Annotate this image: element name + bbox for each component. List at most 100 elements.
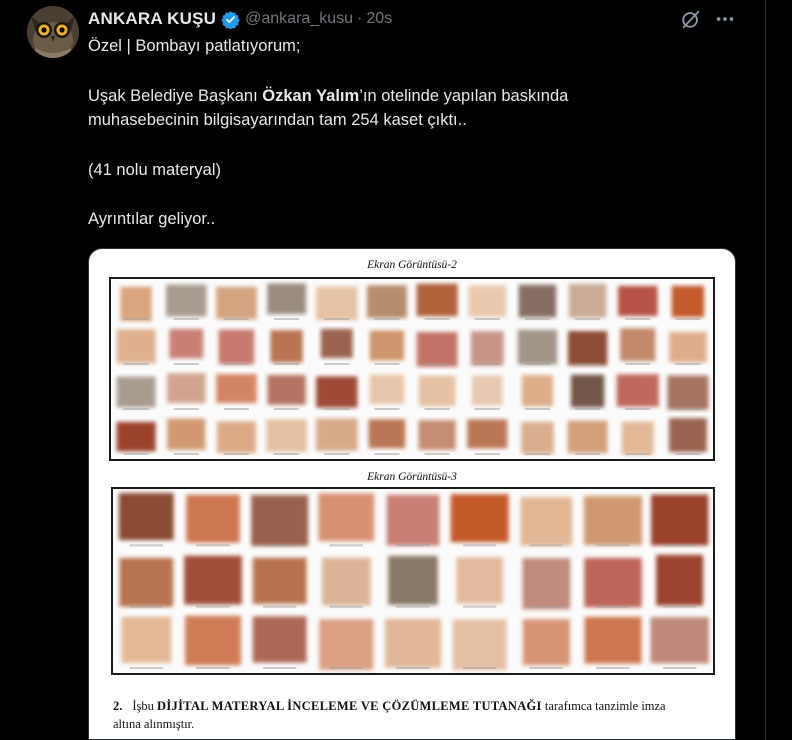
- blurred-thumbnail: [169, 328, 204, 359]
- blurred-thumbnail: [467, 419, 508, 449]
- blurred-thumbnail: [319, 619, 374, 670]
- verified-badge-icon[interactable]: [221, 10, 240, 29]
- thumbnail-filename: [324, 318, 350, 320]
- thumbnail-filename: [274, 318, 300, 320]
- blurred-thumbnail: [567, 330, 608, 366]
- blurred-thumbnail: [266, 419, 307, 452]
- blurred-thumbnail: [167, 418, 206, 450]
- blurred-thumbnail: [320, 328, 353, 359]
- blurred-thumbnails-2: [116, 283, 709, 455]
- blurred-thumbnail: [650, 617, 709, 664]
- thumbnail-filename: [274, 453, 300, 455]
- grok-icon[interactable]: [680, 8, 702, 30]
- tweet-text-line-5: Ayrıntılar geliyor..: [88, 210, 216, 228]
- blurred-thumbnail: [584, 557, 642, 608]
- tweet-media-image[interactable]: Ekran Görüntüsü-2 Ekran Görüntüsü-3 2. İş…: [88, 248, 736, 740]
- blurred-thumbnail: [121, 616, 172, 663]
- blurred-thumbnail: [321, 557, 371, 606]
- thumbnail-filename: [396, 667, 430, 669]
- thumbnail-filename: [223, 318, 249, 320]
- blurred-thumbnail: [368, 419, 406, 449]
- paragraph-number: 2.: [113, 699, 123, 713]
- thumbnail-filename: [529, 544, 563, 547]
- blurred-thumbnail: [386, 494, 440, 546]
- blurred-thumbnail: [667, 375, 709, 410]
- blurred-thumbnail: [468, 285, 507, 317]
- blurred-thumbnail: [251, 494, 309, 546]
- blurred-thumbnail: [388, 555, 438, 605]
- owl-avatar-image: [27, 6, 79, 58]
- thumbnail-filename: [575, 408, 601, 410]
- thumbnail-filename: [263, 544, 297, 547]
- thumbnail-filename: [263, 667, 297, 669]
- thumbnail-filename: [474, 318, 500, 320]
- thumbnail-filename: [374, 318, 400, 320]
- blurred-thumbnail: [584, 616, 642, 664]
- blurred-thumbnail: [216, 421, 256, 454]
- blurred-thumbnail: [521, 375, 553, 407]
- thumbnail-filename: [374, 363, 400, 365]
- tweet-text-line-4: (41 nolu materyal): [88, 161, 221, 179]
- thumbnail-filename: [463, 667, 497, 669]
- blurred-thumbnail: [517, 329, 558, 365]
- blurred-thumbnail: [418, 420, 456, 450]
- blurred-thumbnail: [315, 418, 358, 451]
- tweet-text-line-3: muhasebecinin bilgisayarından tam 254 ka…: [88, 111, 467, 129]
- thumbnail-filename: [196, 667, 230, 669]
- thumbnail-grid-2: [109, 277, 715, 461]
- blurred-thumbnail: [621, 421, 654, 455]
- thumbnail-filename: [129, 544, 163, 547]
- thumbnail-filename: [524, 363, 550, 365]
- timestamp[interactable]: 20s: [366, 10, 392, 28]
- thumbnail-filename: [396, 605, 430, 608]
- handle[interactable]: @ankara_kusu: [245, 10, 353, 28]
- blurred-thumbnail: [520, 496, 573, 546]
- thumbnail-filename: [474, 453, 500, 455]
- thumbnail-filename: [329, 667, 363, 669]
- blurred-thumbnail: [270, 330, 303, 363]
- thumbnail-filename: [463, 605, 497, 608]
- blurred-thumbnail: [216, 286, 257, 320]
- thumbnail-filename: [529, 667, 563, 669]
- blurred-thumbnail: [452, 619, 507, 671]
- thumbnail-filename: [663, 667, 697, 669]
- blurred-thumbnail: [617, 285, 658, 317]
- display-name[interactable]: ANKARA KUŞU: [88, 9, 216, 29]
- blurred-thumbnail: [119, 557, 174, 607]
- thumbnail-filename: [524, 408, 550, 410]
- blurred-thumbnail: [620, 328, 656, 362]
- more-options-icon[interactable]: [714, 8, 736, 30]
- blurred-thumbnail: [583, 495, 643, 546]
- blurred-thumbnail: [166, 284, 207, 317]
- blurred-thumbnail: [656, 554, 704, 606]
- blurred-thumbnail: [118, 493, 174, 541]
- thumbnail-filename: [196, 544, 230, 547]
- thumbnail-filename: [324, 363, 350, 365]
- thumbnail-filename: [625, 453, 651, 455]
- thumbnail-filename: [374, 408, 400, 410]
- blurred-thumbnail: [522, 619, 570, 666]
- thumbnail-filename: [223, 363, 249, 365]
- thumbnail-filename: [524, 318, 550, 320]
- thumbnail-filename: [129, 667, 163, 669]
- blurred-thumbnail: [167, 373, 206, 404]
- thumbnail-filename: [274, 363, 300, 365]
- blurred-thumbnail: [669, 418, 707, 453]
- blurred-thumbnail: [570, 374, 605, 408]
- avatar[interactable]: [27, 6, 79, 58]
- blurred-thumbnail: [522, 558, 571, 610]
- blurred-thumbnail: [416, 283, 458, 317]
- thumbnail-filename: [625, 363, 651, 365]
- thumbnail-filename: [474, 363, 500, 365]
- screenshot-caption-3: Ekran Görüntüsü-3: [367, 471, 457, 483]
- tweet[interactable]: ANKARA KUŞU @ankara_kusu · 20s Özel | Bo…: [0, 0, 765, 740]
- thumbnail-filename: [324, 408, 350, 410]
- blurred-thumbnail: [252, 557, 307, 605]
- thumbnail-filename: [424, 318, 450, 320]
- blurred-thumbnail: [218, 329, 255, 365]
- blurred-thumbnail: [450, 494, 509, 543]
- blurred-thumbnail: [567, 420, 608, 454]
- thumbnail-filename: [675, 408, 701, 410]
- thumbnail-filename: [463, 544, 497, 547]
- text-segment: tarafımca tanzimle imza: [544, 699, 666, 713]
